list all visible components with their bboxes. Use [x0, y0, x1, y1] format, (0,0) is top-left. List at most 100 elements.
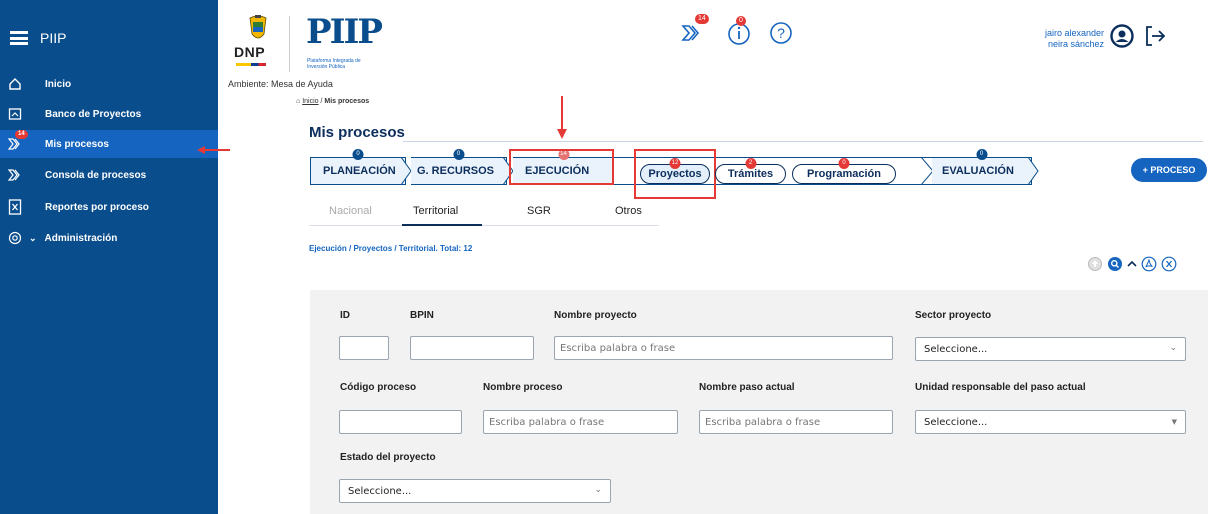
nombre-proyecto-label: Nombre proyecto — [554, 310, 637, 321]
folder-icon — [7, 106, 23, 122]
phase-label: G. RECURSOS — [417, 165, 495, 177]
subphase-tramites[interactable]: 2 Trámites — [715, 158, 786, 184]
toolbar — [1087, 256, 1177, 272]
nombre-paso-input[interactable]: Escriba palabra o frase — [699, 410, 893, 434]
breadcrumb: ⌂ Inicio / Mis procesos — [296, 98, 369, 105]
phase-g-recursos[interactable]: 0 G. RECURSOS — [411, 149, 507, 185]
unidad-responsable-select[interactable]: Seleccione... ▼ — [915, 410, 1186, 434]
admin-gear-icon — [7, 230, 23, 246]
process-arrows-icon: 14 — [7, 130, 28, 152]
phase-count-badge: 0 — [352, 149, 364, 160]
id-label: ID — [340, 310, 350, 321]
user-last-name: neira sánchez — [1047, 39, 1104, 49]
colombia-flag-bar — [236, 63, 266, 66]
phase-chevron-icon — [1028, 157, 1039, 185]
help-icon[interactable]: ? — [768, 20, 794, 46]
notification-badge: 0 — [736, 16, 746, 26]
annotation-arrow-down — [557, 96, 567, 139]
sidebar-header: PIIP — [10, 28, 66, 48]
info-icon[interactable]: 0 — [726, 16, 752, 46]
sidebar: PIIP Inicio Banco de Proyectos 14 Mis pr… — [0, 0, 218, 514]
upload-icon[interactable] — [1087, 256, 1103, 272]
select-value: Seleccione... — [924, 343, 988, 355]
processes-notification-icon[interactable]: 14 — [680, 14, 709, 46]
search-icon[interactable] — [1107, 256, 1123, 272]
codigo-proceso-input[interactable] — [339, 410, 462, 434]
environment-label: Ambiente: Mesa de Ayuda — [228, 79, 333, 89]
bpin-label: BPIN — [410, 310, 434, 321]
notification-badge: 14 — [695, 14, 709, 24]
user-avatar-icon[interactable] — [1110, 24, 1136, 50]
filter-panel: ID BPIN Nombre proyecto Sector proyecto … — [310, 290, 1208, 514]
chevron-down-icon: ⌄ — [1169, 343, 1177, 353]
piip-logo: PIIP — [306, 12, 383, 52]
phase-count-badge: 0 — [976, 149, 987, 160]
title-divider — [403, 141, 1203, 142]
hamburger-menu-icon[interactable] — [10, 31, 28, 45]
sidebar-item-label: Administración — [44, 232, 118, 244]
user-name: jairo alexander neira sánchez — [1030, 28, 1104, 50]
svg-text:?: ? — [777, 25, 785, 41]
annotation-arrow-left — [197, 146, 230, 154]
phase-label: PLANEACIÓN — [323, 165, 396, 177]
breadcrumb-current: Mis procesos — [324, 98, 370, 105]
sidebar-item-inicio[interactable]: Inicio — [0, 70, 218, 98]
console-arrows-icon — [7, 167, 23, 183]
tab-otros[interactable]: Otros — [615, 205, 642, 217]
subphase-label: Programación — [807, 168, 881, 180]
breadcrumb-home-link[interactable]: Inicio — [302, 98, 318, 105]
caret-down-icon: ▼ — [1171, 418, 1177, 426]
sidebar-item-label: Banco de Proyectos — [45, 108, 142, 120]
notification-badge: 14 — [15, 130, 28, 139]
sidebar-item-banco-proyectos[interactable]: Banco de Proyectos — [0, 100, 218, 128]
sidebar-item-label: Consola de procesos — [45, 169, 147, 181]
sector-proyecto-select[interactable]: Seleccione... ⌄ — [915, 337, 1186, 361]
home-small-icon: ⌂ — [296, 98, 301, 105]
home-icon — [7, 76, 23, 92]
tab-sgr[interactable]: SGR — [527, 205, 551, 217]
subphase-count-badge: 0 — [838, 158, 850, 169]
phase-planeacion[interactable]: 0 PLANEACIÓN — [310, 149, 406, 185]
new-process-button[interactable]: + PROCESO — [1131, 158, 1207, 182]
page-title: Mis procesos — [309, 124, 405, 141]
sector-proyecto-label: Sector proyecto — [915, 310, 992, 321]
phase-label: EVALUACIÓN — [942, 165, 1014, 177]
estado-proyecto-select[interactable]: Seleccione... ⌄ — [339, 479, 611, 503]
dnp-logo: DNP — [234, 44, 266, 60]
unidad-responsable-label: Unidad responsable del paso actual — [915, 382, 1086, 393]
phase-evaluacion[interactable]: 0 EVALUACIÓN — [932, 149, 1032, 185]
bpin-input[interactable] — [410, 336, 534, 360]
excel-report-icon — [7, 199, 23, 215]
tab-territorial[interactable]: Territorial — [413, 205, 458, 217]
subphase-programacion[interactable]: 0 Programación — [792, 158, 896, 184]
chevron-up-icon[interactable] — [1127, 259, 1137, 269]
subphase-count-badge: 2 — [745, 158, 756, 169]
sidebar-item-consola-procesos[interactable]: Consola de procesos — [0, 161, 218, 189]
select-value: Seleccione... — [924, 416, 988, 428]
sidebar-item-label: Reportes por proceso — [45, 201, 149, 213]
nombre-proceso-label: Nombre proceso — [483, 382, 563, 393]
chevron-down-icon: ⌄ — [29, 232, 37, 243]
nombre-proceso-input[interactable]: Escriba palabra o frase — [483, 410, 678, 434]
sidebar-item-reportes[interactable]: Reportes por proceso — [0, 193, 218, 221]
colombia-seal-icon — [249, 15, 267, 39]
logo-divider — [289, 16, 290, 72]
codigo-proceso-label: Código proceso — [340, 382, 417, 393]
results-summary: Ejecución / Proyectos / Territorial. Tot… — [309, 244, 473, 253]
sidebar-item-label: Mis procesos — [45, 138, 109, 150]
id-input[interactable] — [339, 336, 389, 360]
estado-proyecto-label: Estado del proyecto — [340, 452, 436, 463]
tabs-divider — [309, 225, 659, 226]
piip-logo-subtitle: Plataforma Integrada de Inversión Públic… — [307, 58, 361, 70]
pdf-icon[interactable] — [1141, 256, 1157, 272]
nombre-paso-label: Nombre paso actual — [699, 382, 795, 393]
tab-nacional[interactable]: Nacional — [329, 205, 372, 217]
select-value: Seleccione... — [348, 485, 412, 497]
nombre-proyecto-input[interactable]: Escriba palabra o frase — [554, 336, 893, 360]
user-first-name: jairo alexander — [1044, 28, 1104, 38]
sidebar-item-administracion[interactable]: ⌄ Administración — [0, 224, 218, 252]
sidebar-item-mis-procesos[interactable]: 14 Mis procesos — [0, 130, 218, 158]
subphase-label: Trámites — [727, 168, 774, 180]
excel-icon[interactable] — [1161, 256, 1177, 272]
logout-icon[interactable] — [1143, 24, 1169, 50]
